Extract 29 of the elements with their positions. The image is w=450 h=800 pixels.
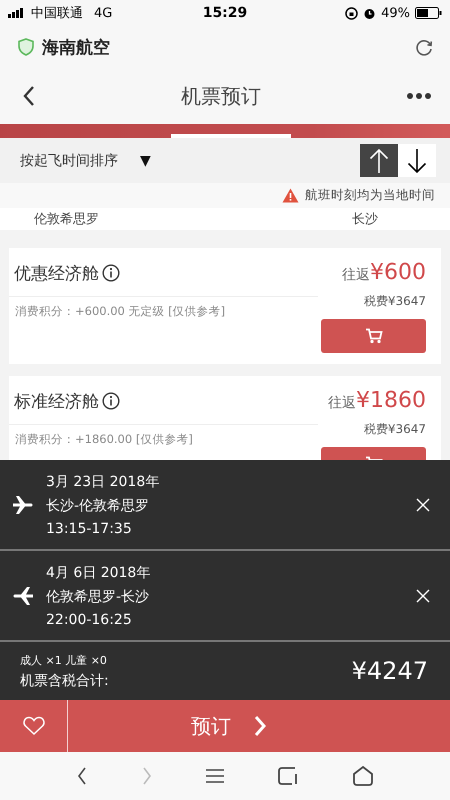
- clock: 15:29: [202, 5, 248, 21]
- flight-route: 长沙-伦敦希思罗: [46, 496, 150, 514]
- trip-type: 往返: [342, 266, 370, 284]
- fare-price: ¥600: [370, 260, 426, 285]
- tax-amount: 税费¥3647: [364, 421, 426, 438]
- flight-time: 13:15-17:35: [46, 520, 133, 536]
- notice-text: 航班时刻均为当地时间: [305, 187, 435, 204]
- page-title: 机票预订: [181, 82, 261, 110]
- flight-date: 3月 23日 2018年: [46, 472, 160, 490]
- sort-dropdown[interactable]: 按起飞时间排序 ▼: [20, 152, 151, 170]
- fare-name: 优惠经济舱: [14, 262, 99, 284]
- origin-city: 伦敦希思罗: [34, 211, 99, 228]
- passenger-count: 成人 ×1 儿童 ×0: [20, 652, 108, 668]
- battery-percent: 49%: [381, 6, 410, 20]
- destination-city: 长沙: [352, 211, 378, 228]
- points-text: 消费积分：+1860.00 [仅供参考]: [14, 432, 194, 447]
- flight-route: 伦敦希思罗-长沙: [46, 588, 150, 606]
- total-label: 机票含税合计:: [20, 672, 109, 690]
- fare-price: ¥1860: [356, 388, 426, 413]
- total-price: ¥4247: [352, 657, 428, 685]
- site-title: 海南航空: [42, 36, 111, 58]
- carrier: 中国联通: [31, 5, 83, 22]
- flight-time: 22:00-16:25: [46, 612, 133, 628]
- flight-date: 4月 6日 2018年: [46, 564, 152, 582]
- tax-amount: 税费¥3647: [364, 293, 426, 310]
- trip-type: 往返: [328, 394, 356, 412]
- network: 4G: [94, 6, 112, 20]
- fare-name: 标准经济舱: [14, 390, 99, 412]
- points-text: 消费积分：+600.00 无定级 [仅供参考]: [14, 304, 226, 319]
